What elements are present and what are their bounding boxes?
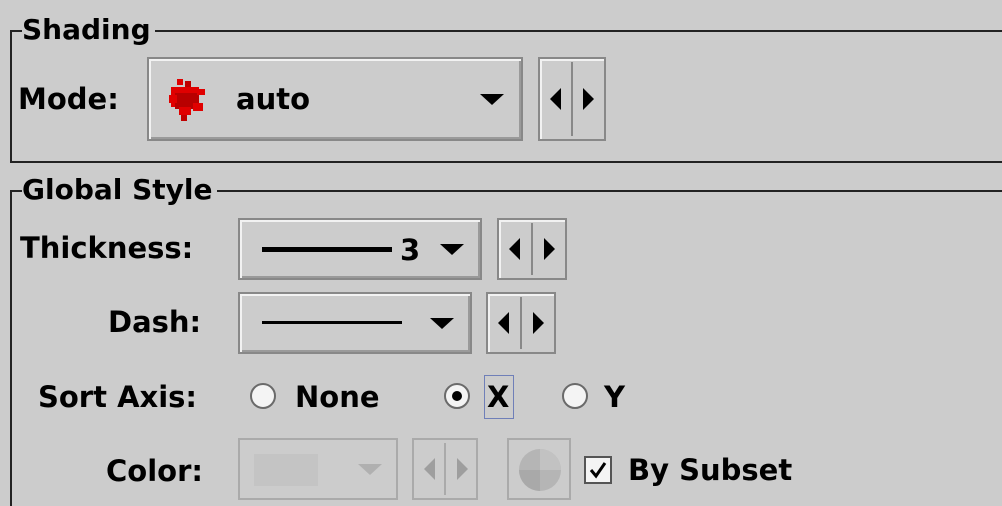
shading-border-bottom [10, 161, 1002, 163]
step-right-icon[interactable] [457, 458, 468, 480]
global-style-title: Global Style [22, 174, 217, 206]
global-style-border-left [10, 190, 12, 506]
red-blob-icon [169, 79, 205, 121]
dash-step-buttons[interactable] [486, 292, 556, 354]
color-picker-button[interactable] [507, 438, 571, 500]
mode-value: auto [236, 82, 311, 116]
thickness-select[interactable]: 3 [238, 218, 482, 280]
color-swatch [254, 454, 318, 486]
step-right-icon[interactable] [544, 238, 555, 260]
sort-axis-none-label[interactable]: None [295, 380, 380, 414]
shading-title: Shading [22, 14, 155, 46]
step-left-icon[interactable] [509, 238, 520, 260]
thickness-step-buttons[interactable] [497, 218, 567, 280]
mode-label: Mode: [18, 82, 119, 116]
color-step-buttons[interactable] [412, 438, 478, 500]
shading-border-top [10, 30, 1002, 32]
sort-axis-label: Sort Axis: [38, 380, 198, 414]
checkmark-icon [589, 462, 607, 479]
step-left-icon[interactable] [550, 88, 561, 110]
mode-select[interactable]: auto [147, 57, 523, 141]
chevron-down-icon [358, 464, 382, 475]
thickness-label: Thickness: [20, 231, 194, 265]
color-label: Color: [106, 454, 203, 488]
by-subset-checkbox[interactable] [584, 456, 612, 484]
chevron-down-icon [430, 318, 454, 329]
step-left-icon[interactable] [424, 458, 435, 480]
color-wheel-icon [519, 449, 561, 491]
sort-axis-y-radio[interactable] [562, 383, 588, 409]
chevron-down-icon [480, 94, 504, 105]
sort-axis-x-label[interactable]: X [487, 380, 509, 414]
step-left-icon[interactable] [498, 312, 509, 334]
sort-axis-x-radio[interactable] [444, 383, 470, 409]
dash-line-preview [262, 321, 402, 324]
sort-axis-none-radio[interactable] [250, 383, 276, 409]
mode-step-buttons[interactable] [538, 57, 606, 141]
step-right-icon[interactable] [533, 312, 544, 334]
chevron-down-icon [440, 244, 464, 255]
dash-label: Dash: [108, 305, 202, 339]
shading-border-left [10, 30, 12, 162]
color-select[interactable] [238, 438, 398, 500]
step-right-icon[interactable] [583, 88, 594, 110]
by-subset-label[interactable]: By Subset [628, 453, 792, 487]
thickness-value: 3 [400, 233, 421, 267]
dash-select[interactable] [238, 292, 472, 354]
sort-axis-y-label[interactable]: Y [604, 380, 625, 414]
thickness-line-preview [262, 247, 392, 252]
